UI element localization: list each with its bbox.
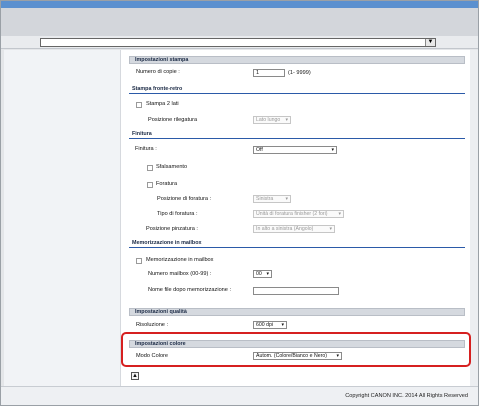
punch-position-select[interactable]: Sinistra ▾ [253,195,291,203]
copies-input[interactable]: 1 [253,69,285,77]
color-mode-select-value: Autom. (Colore/Bianco e Nero) [256,353,327,359]
color-mode-label: Modo Colore [136,353,169,359]
resolution-label: Risoluzione : [136,322,169,328]
binding-select-value: Lato lungo [256,117,281,123]
caret-icon: ▾ [329,226,332,232]
section-title-finitura: Finitura [129,131,465,139]
staple-select-value: In alto a sinistra (Angolo) [256,226,314,232]
caret-icon: ▾ [285,196,288,202]
copyright-text: Copyright CANON INC. 2014 All Rights Res… [345,393,468,399]
mailbox-checkbox[interactable] [136,258,142,264]
caret-icon: ▾ [266,271,269,277]
color-settings-highlight [121,332,471,367]
punch-position-select-value: Sinistra [256,196,274,202]
page-select-dropdown[interactable]: ▼ [40,38,436,47]
punch-type-select[interactable]: Unità di foratura finisher (2 fori) ▾ [253,210,344,218]
binding-label: Posizione rilegatura [148,117,198,123]
dropdown-arrow-icon[interactable]: ▼ [425,39,435,46]
resolution-select-value: 600 dpi [256,322,274,328]
mailbox-number-select[interactable]: 00 ▾ [253,270,272,278]
offset-checkbox[interactable] [147,165,153,171]
resolution-select[interactable]: 600 dpi ▾ [253,321,287,329]
punch-type-select-value: Unità di foratura finisher (2 fori) [256,211,328,217]
finishing-select[interactable]: Off ▾ [253,146,337,154]
punch-position-label: Posizione di foratura : [157,196,212,202]
caret-icon: ▾ [336,353,339,359]
finishing-label: Finitura : [135,146,157,152]
mailbox-number-label: Numero mailbox (00-99) : [148,271,212,277]
copies-range-label: (1- 9999) [288,70,311,76]
right-gutter [470,50,478,386]
binding-select[interactable]: Lato lungo ▾ [253,116,291,124]
staple-label: Posizione pinzatura : [146,226,198,232]
section-header-impostazioni-stampa: Impostazioni stampa [129,56,465,64]
duplex-label: Stampa 2 lati [146,101,179,107]
punch-label: Foratura [156,181,178,187]
section-title-mailbox: Memorizzazione in mailbox [129,240,465,248]
footer: Copyright CANON INC. 2014 All Rights Res… [1,386,478,405]
mailbox-filename-input[interactable] [253,287,339,295]
mailbox-filename-label: Nome file dopo memorizzazione : [148,287,232,293]
left-navigation-panel [4,50,120,386]
duplex-checkbox[interactable] [136,102,142,108]
caret-icon: ▾ [338,211,341,217]
staple-select[interactable]: In alto a sinistra (Angolo) ▾ [253,225,335,233]
punch-checkbox[interactable] [147,182,153,188]
mailbox-store-label: Memorizzazione in mailbox [146,257,214,263]
section-header-qualita: Impostazioni qualità [129,308,465,316]
punch-type-label: Tipo di foratura : [157,211,198,217]
copies-label: Numero di copie : [136,69,180,75]
finishing-select-value: Off [256,147,263,153]
mailbox-number-select-value: 00 [256,271,262,277]
toolbar-area [1,8,478,36]
caret-icon: ▾ [281,322,284,328]
scroll-to-top-icon[interactable]: ▲ [131,372,139,380]
offset-label: Sfalsamento [156,164,188,170]
title-bar [1,1,478,8]
color-mode-select[interactable]: Autom. (Colore/Bianco e Nero) ▾ [253,352,342,360]
section-header-colore: Impostazioni colore [129,340,465,348]
caret-icon: ▾ [331,147,334,153]
caret-icon: ▾ [285,117,288,123]
section-title-fronte-retro: Stampa fronte-retro [129,86,465,94]
